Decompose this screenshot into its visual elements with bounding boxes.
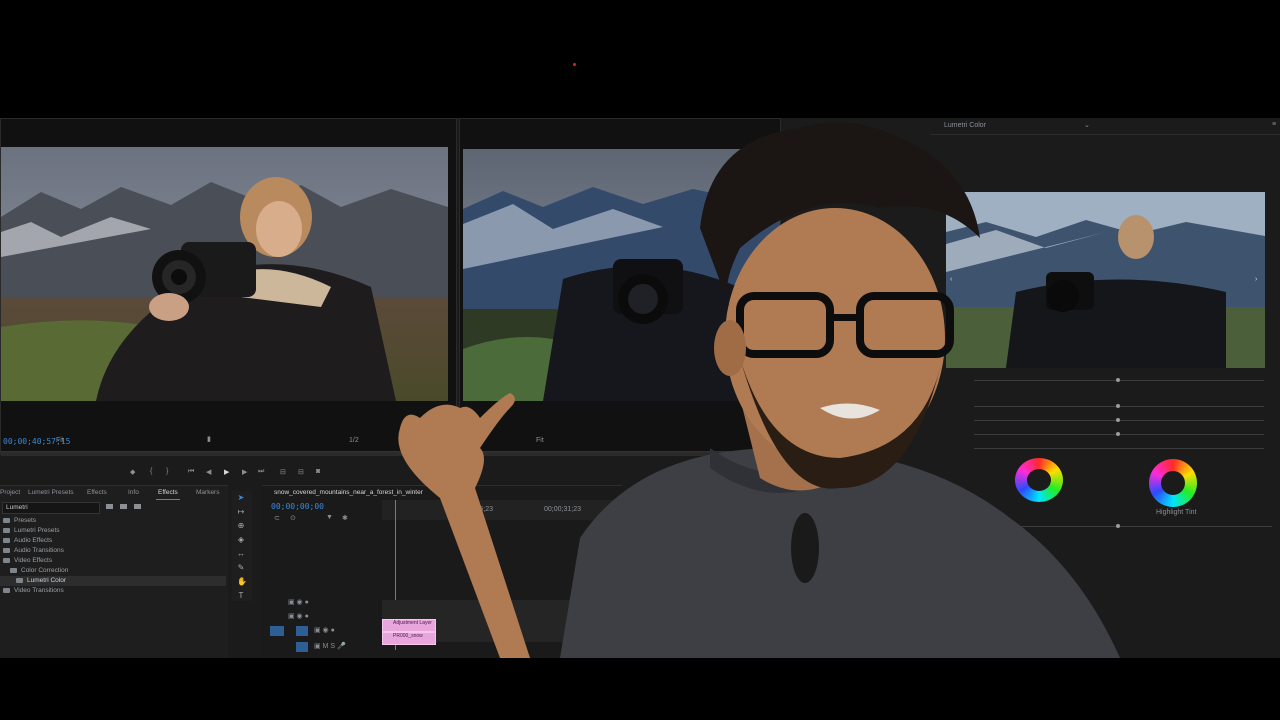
- linked-select-icon[interactable]: ⊙: [290, 514, 296, 522]
- tree-item-label: Video Effects: [14, 557, 53, 564]
- presenter-overlay: [398, 122, 1120, 658]
- tree-item-label: Audio Effects: [14, 537, 53, 544]
- folder-icon: [10, 567, 17, 573]
- effects-search-value: Lumetri: [6, 504, 28, 511]
- folder-icon: [3, 587, 10, 593]
- ripple-edit-tool-icon[interactable]: ⊕: [237, 522, 245, 530]
- microphone-icon[interactable]: ▣ M S 🎤: [314, 642, 346, 650]
- wrench-icon[interactable]: ▮: [207, 435, 211, 443]
- play-icon[interactable]: ▶: [224, 468, 229, 476]
- go-to-out-icon[interactable]: ⏭: [258, 468, 264, 476]
- step-back-icon[interactable]: {: [150, 468, 152, 475]
- program-fit-select[interactable]: Fit: [56, 437, 64, 444]
- go-to-in-icon[interactable]: ⏮: [188, 468, 194, 476]
- letterbox-bottom: [0, 658, 1280, 720]
- tab-markers[interactable]: Markers: [196, 489, 219, 496]
- extract-icon[interactable]: ⊟: [298, 468, 304, 476]
- tree-item-lumetri-color[interactable]: Lumetri Color: [0, 576, 226, 586]
- tree-item-label: Lumetri Color: [27, 577, 67, 584]
- wrench-icon[interactable]: ✱: [342, 514, 348, 522]
- tab-project[interactable]: Project: [0, 489, 20, 496]
- track-target-a1[interactable]: [296, 642, 308, 652]
- track-lock-icon[interactable]: ▣ ◉ ●: [288, 612, 309, 620]
- tree-item-video-effects[interactable]: Video Effects: [0, 556, 226, 566]
- tree-item-audio-effects[interactable]: Audio Effects: [0, 536, 226, 546]
- track-lock-icon[interactable]: ▣ ◉ ●: [288, 598, 309, 606]
- razor-tool-icon[interactable]: ◈: [237, 536, 245, 544]
- letterbox-top: [0, 0, 1280, 118]
- track-target-v1-source[interactable]: [296, 626, 308, 636]
- tab-info[interactable]: Info: [128, 489, 139, 496]
- tree-item-lumetri-presets[interactable]: Lumetri Presets: [0, 526, 226, 536]
- transport-controls: ◆ { } ⏮ ◀ ▶ ▶ ⏭ ⊟ ⊟ ◙: [130, 468, 330, 478]
- tab-libraries[interactable]: Effects: [87, 489, 107, 496]
- slip-tool-icon[interactable]: ↔: [237, 550, 245, 558]
- editor-window: 00;00;40;57;15 Fit ▮ 1/2 Fit ◆ {} ⏮ ◀ ▶…: [0, 118, 1280, 658]
- track-select-tool-icon[interactable]: ↦: [237, 508, 245, 516]
- new-bin-icon[interactable]: [106, 504, 113, 509]
- bin-icon[interactable]: [134, 504, 141, 509]
- tree-item-presets[interactable]: Presets: [0, 516, 226, 526]
- tree-item-label: Video Transitions: [14, 587, 64, 594]
- timeline-timecode[interactable]: 00;00;00;00: [271, 502, 324, 511]
- add-marker-icon[interactable]: ▼: [326, 514, 333, 521]
- effect-icon: [16, 577, 23, 583]
- tree-item-label: Audio Transitions: [14, 547, 64, 554]
- tab-effects[interactable]: Effects: [158, 489, 178, 496]
- folder-icon: [3, 527, 10, 533]
- mark-in-icon[interactable]: ◆: [130, 468, 135, 476]
- snap-icon[interactable]: ⊂: [274, 514, 280, 522]
- tree-item-video-transitions[interactable]: Video Transitions: [0, 586, 226, 596]
- hand-tool-icon[interactable]: ✋: [237, 578, 247, 586]
- folder-icon: [3, 557, 10, 563]
- tree-item-label: Presets: [14, 517, 37, 524]
- export-frame-icon[interactable]: ◙: [316, 468, 320, 475]
- tree-item-audio-transitions[interactable]: Audio Transitions: [0, 546, 226, 556]
- panel-menu-icon[interactable]: ≡: [1272, 121, 1276, 128]
- tree-item-label: Lumetri Presets: [14, 527, 60, 534]
- tree-item-label: Color Correction: [21, 567, 69, 574]
- pen-tool-icon[interactable]: ✎: [237, 564, 245, 572]
- chevron-right-icon[interactable]: ›: [1255, 276, 1257, 283]
- folder-icon: [3, 547, 10, 553]
- program-quality-select[interactable]: 1/2: [349, 437, 359, 444]
- effects-search-box[interactable]: Lumetri: [2, 502, 100, 514]
- recording-dot: [573, 63, 576, 66]
- lift-icon[interactable]: ⊟: [280, 468, 286, 476]
- effects-tree: Presets Lumetri Presets Audio Effects Au…: [0, 516, 226, 596]
- track-headers: ▣ ◉ ● ▣ ◉ ● ▣ ◉ ● ▣ M S 🎤: [262, 598, 382, 658]
- step-forward-icon[interactable]: }: [166, 468, 168, 475]
- effects-tab-underline: [156, 499, 180, 500]
- folder-icon: [3, 537, 10, 543]
- tab-lumetri-presets[interactable]: Lumetri Presets: [28, 489, 74, 496]
- frame-forward-icon[interactable]: ▶: [242, 468, 247, 476]
- frame-back-icon[interactable]: ◀: [206, 468, 211, 476]
- tree-item-color-correction[interactable]: Color Correction: [0, 566, 226, 576]
- tools-panel: ➤ ↦ ⊕ ◈ ↔ ✎ ✋ T: [232, 491, 252, 601]
- selection-tool-icon[interactable]: ➤: [237, 494, 245, 502]
- folder-icon: [3, 517, 10, 523]
- effects-panel: Project Lumetri Presets Effects Info Eff…: [0, 485, 228, 658]
- folder-icon[interactable]: [120, 504, 127, 509]
- track-lock-icon[interactable]: ▣ ◉ ●: [314, 626, 335, 634]
- type-tool-icon[interactable]: T: [237, 592, 245, 600]
- track-target-v1[interactable]: [270, 626, 284, 636]
